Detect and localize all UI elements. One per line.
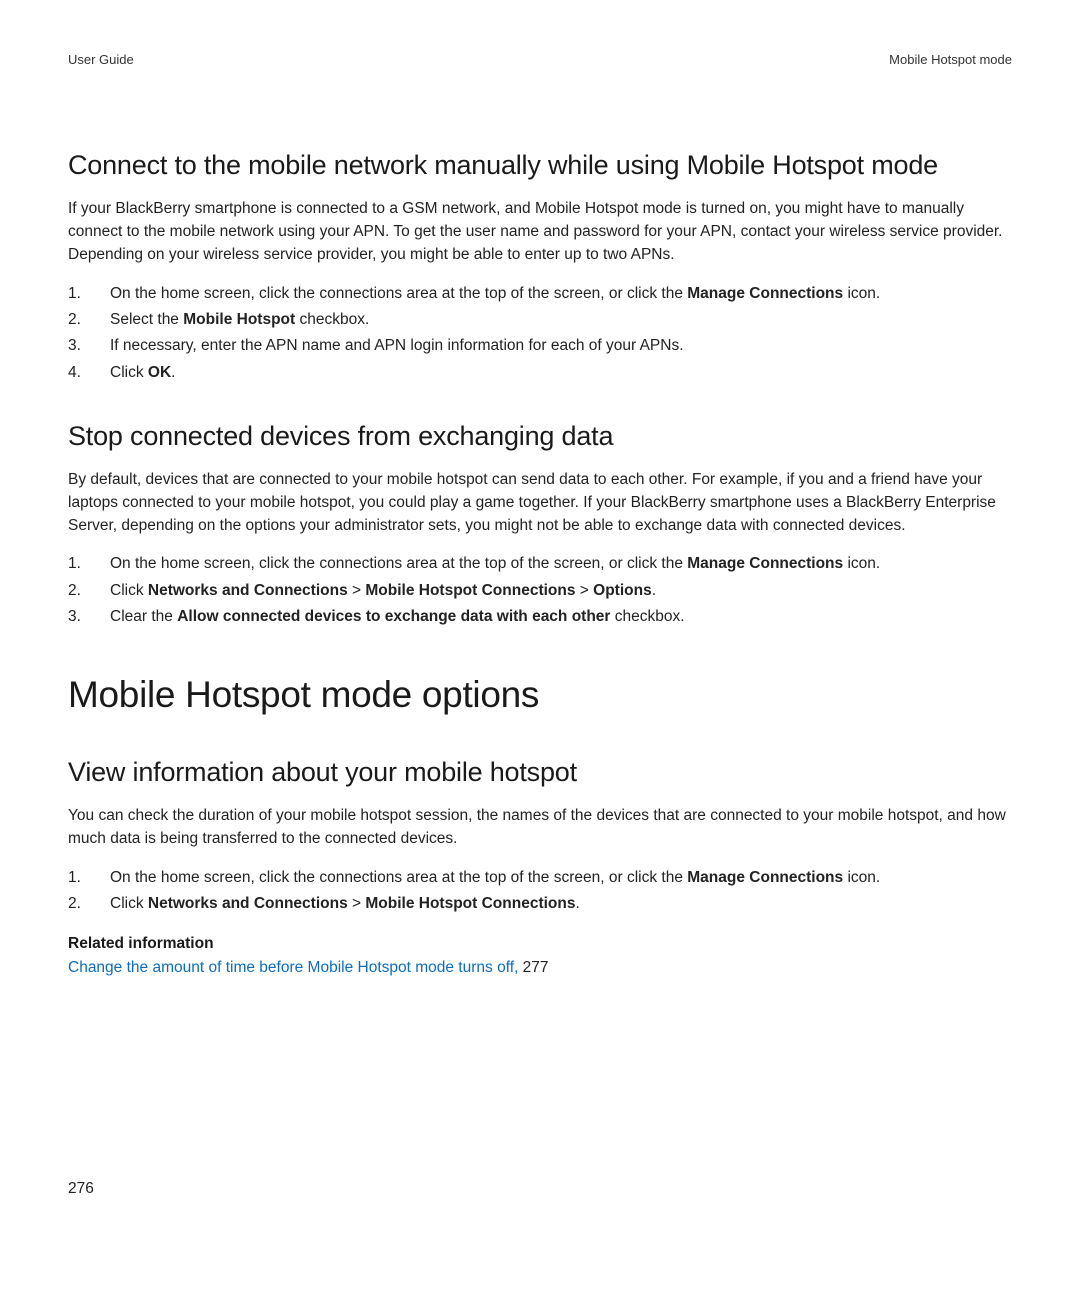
ui-label-manage-connections: Manage Connections bbox=[687, 869, 843, 886]
section-heading-connect-manually: Connect to the mobile network manually w… bbox=[68, 149, 1012, 183]
step-text: checkbox. bbox=[610, 608, 684, 625]
ui-label-ok: OK bbox=[148, 364, 171, 381]
ui-label-mobile-hotspot-connections: Mobile Hotspot Connections bbox=[365, 582, 575, 599]
step-text: checkbox. bbox=[295, 311, 369, 328]
step-item: Select the Mobile Hotspot checkbox. bbox=[68, 307, 1012, 333]
section-paragraph: By default, devices that are connected t… bbox=[68, 468, 1012, 538]
related-link-page: 277 bbox=[523, 959, 549, 976]
step-item: Click Networks and Connections > Mobile … bbox=[68, 578, 1012, 604]
header-left: User Guide bbox=[68, 52, 134, 67]
ui-label-networks-connections: Networks and Connections bbox=[148, 582, 348, 599]
step-item: On the home screen, click the connection… bbox=[68, 865, 1012, 891]
step-item: Clear the Allow connected devices to exc… bbox=[68, 604, 1012, 630]
ui-label-options: Options bbox=[593, 582, 652, 599]
page-content: User Guide Mobile Hotspot mode Connect t… bbox=[0, 0, 1080, 977]
step-text: icon. bbox=[843, 869, 880, 886]
header-right: Mobile Hotspot mode bbox=[889, 52, 1012, 67]
step-text: Click bbox=[110, 364, 148, 381]
step-text: . bbox=[575, 895, 579, 912]
page-header: User Guide Mobile Hotspot mode bbox=[68, 52, 1012, 67]
related-information-heading: Related information bbox=[68, 935, 1012, 953]
step-text: icon. bbox=[843, 555, 880, 572]
step-text: Select the bbox=[110, 311, 183, 328]
section-heading-view-info: View information about your mobile hotsp… bbox=[68, 756, 1012, 790]
step-text: On the home screen, click the connection… bbox=[110, 869, 687, 886]
step-text: . bbox=[652, 582, 656, 599]
major-heading-mode-options: Mobile Hotspot mode options bbox=[68, 674, 1012, 716]
section-heading-stop-exchange: Stop connected devices from exchanging d… bbox=[68, 420, 1012, 454]
step-text: On the home screen, click the connection… bbox=[110, 555, 687, 572]
step-text: If necessary, enter the APN name and APN… bbox=[110, 337, 684, 354]
page-number: 276 bbox=[68, 1180, 94, 1198]
steps-list: On the home screen, click the connection… bbox=[68, 551, 1012, 630]
step-text: . bbox=[171, 364, 175, 381]
section-paragraph: You can check the duration of your mobil… bbox=[68, 804, 1012, 851]
step-text: On the home screen, click the connection… bbox=[110, 285, 687, 302]
step-text: Clear the bbox=[110, 608, 177, 625]
ui-label-manage-connections: Manage Connections bbox=[687, 555, 843, 572]
step-item: If necessary, enter the APN name and APN… bbox=[68, 333, 1012, 359]
ui-label-allow-exchange: Allow connected devices to exchange data… bbox=[177, 608, 610, 625]
step-text: Click bbox=[110, 895, 148, 912]
step-item: Click Networks and Connections > Mobile … bbox=[68, 891, 1012, 917]
step-item: On the home screen, click the connection… bbox=[68, 281, 1012, 307]
step-text: Click bbox=[110, 582, 148, 599]
step-text: icon. bbox=[843, 285, 880, 302]
steps-list: On the home screen, click the connection… bbox=[68, 865, 1012, 918]
ui-label-mobile-hotspot-connections: Mobile Hotspot Connections bbox=[365, 895, 575, 912]
related-link[interactable]: Change the amount of time before Mobile … bbox=[68, 959, 1012, 977]
steps-list: On the home screen, click the connection… bbox=[68, 281, 1012, 386]
related-link-text: Change the amount of time before Mobile … bbox=[68, 959, 523, 976]
breadcrumb-separator: > bbox=[575, 582, 593, 599]
ui-label-networks-connections: Networks and Connections bbox=[148, 895, 348, 912]
ui-label-mobile-hotspot: Mobile Hotspot bbox=[183, 311, 295, 328]
section-paragraph: If your BlackBerry smartphone is connect… bbox=[68, 197, 1012, 267]
breadcrumb-separator: > bbox=[348, 895, 366, 912]
step-item: Click OK. bbox=[68, 360, 1012, 386]
breadcrumb-separator: > bbox=[348, 582, 366, 599]
ui-label-manage-connections: Manage Connections bbox=[687, 285, 843, 302]
step-item: On the home screen, click the connection… bbox=[68, 551, 1012, 577]
